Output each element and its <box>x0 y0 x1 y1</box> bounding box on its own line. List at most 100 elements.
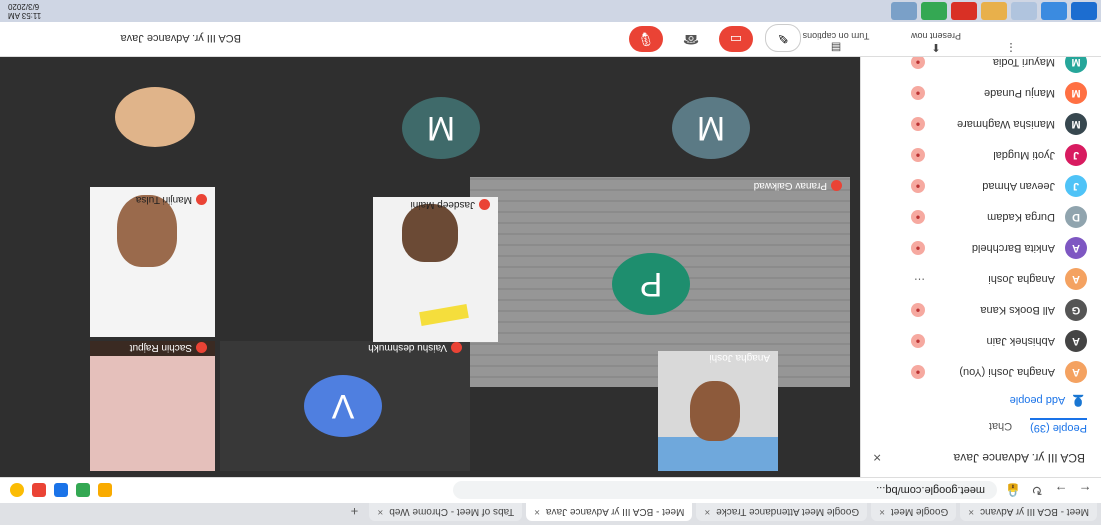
add-people-button[interactable]: 👤 Add people <box>877 394 1085 407</box>
avatar: D <box>1065 206 1087 229</box>
participant-list: A Anagha Joshi (You) ● A Abhishek Jain ● G Al… <box>861 47 1101 388</box>
video-grid: P Pranav Gaikwad Anagha Joshi V Vaishu d… <box>0 57 860 477</box>
tab-label: Google Meet <box>890 506 949 518</box>
tab-label: Tabs of Meet - Chrome Web <box>389 506 515 518</box>
extension-icon[interactable] <box>54 483 68 498</box>
clock-time: 11:53 AM <box>8 11 42 20</box>
profile-avatar[interactable] <box>10 483 24 498</box>
video-tile[interactable]: Sachin Rajput <box>90 341 215 471</box>
close-icon[interactable]: × <box>704 507 710 518</box>
mic-off-icon <box>196 194 207 205</box>
folder-icon[interactable] <box>981 2 1007 20</box>
browser-tab[interactable]: Google Meet × <box>871 503 957 521</box>
mic-off-icon: ● <box>911 117 925 132</box>
list-item[interactable]: M Manju Punade ● <box>861 78 1087 109</box>
camera-off-button[interactable]: ▭ <box>719 26 753 52</box>
avatar: G <box>1065 299 1087 322</box>
participant-name: Jeevan Ahmad <box>982 180 1055 193</box>
participant-name-tag: Pranav Gaikwad <box>754 180 842 191</box>
camera-off-icon: ▭ <box>729 32 743 47</box>
close-icon[interactable]: × <box>873 450 881 466</box>
browser-tab-bar: Meet - BCA III yr Advanc × Google Meet × G… <box>0 503 1101 525</box>
avatar[interactable]: M <box>672 97 750 159</box>
list-item[interactable]: D Durga Kadam ● <box>861 202 1087 233</box>
reload-icon[interactable]: ↻ <box>1029 483 1045 499</box>
extension-icon[interactable] <box>98 483 112 498</box>
browser-tab[interactable]: Tabs of Meet - Chrome Web × <box>369 503 523 521</box>
back-icon[interactable]: ← <box>1077 483 1093 498</box>
browser-tab[interactable]: Google Meet Attendance Tracke × <box>696 503 868 521</box>
avatar: A <box>1065 330 1087 353</box>
close-icon[interactable]: × <box>879 507 885 518</box>
taskbar-app-icon[interactable] <box>921 2 947 20</box>
avatar: J <box>1065 144 1087 167</box>
close-icon[interactable]: × <box>377 507 383 518</box>
avatar: A <box>1065 237 1087 260</box>
forward-icon[interactable]: → <box>1053 483 1069 498</box>
present-icon: ⬆ <box>931 41 941 53</box>
extension-icon[interactable] <box>32 483 46 498</box>
tab-people[interactable]: People (39) <box>1030 418 1087 434</box>
list-item[interactable]: J Jyoti Mugdal ● <box>861 140 1087 171</box>
participant-name: Durga Kadam <box>987 211 1055 224</box>
tile-name: Manjiri Tulsa <box>135 194 192 205</box>
participant-name: Mayuri Todia <box>992 56 1055 69</box>
participant-name: Manisha Waghmare <box>956 118 1055 131</box>
close-icon[interactable]: × <box>534 507 540 518</box>
meeting-title[interactable]: BCA III yr. Advance Java <box>121 33 241 45</box>
edit-button[interactable]: ✎ <box>765 24 801 52</box>
list-item[interactable]: A Abhishek Jain ● <box>861 326 1087 357</box>
taskbar-app-icon[interactable] <box>891 2 917 20</box>
list-item[interactable]: J Jeevan Ahmad ● <box>861 171 1087 202</box>
end-call-button[interactable]: ☎ <box>674 26 708 52</box>
participant-thumbnail[interactable] <box>115 87 195 147</box>
list-item[interactable]: M Manisha Waghmare ● <box>861 109 1087 140</box>
mic-off-icon <box>451 342 462 353</box>
tab-label: Google Meet Attendance Tracke <box>716 506 860 518</box>
list-item[interactable]: A Ankita Barchheld ● <box>861 233 1087 264</box>
participant-name: Manju Punade <box>984 87 1055 100</box>
mic-off-icon: ● <box>911 179 925 194</box>
video-tile[interactable]: Jasdeep Maini <box>373 197 498 342</box>
captions-button[interactable]: ▤ Turn on captions <box>791 31 881 54</box>
mic-off-button[interactable]: 🎙 <box>629 26 663 52</box>
avatar[interactable]: M <box>402 97 480 159</box>
system-clock[interactable]: 11:53 AM 6/3/2020 <box>8 2 41 20</box>
close-icon[interactable]: × <box>968 507 974 518</box>
taskbar-app-icon[interactable] <box>1011 2 1037 20</box>
screen: Meet - BCA III yr Advanc × Google Meet × G… <box>0 0 1101 525</box>
participant-face <box>402 204 458 262</box>
extension-icon[interactable] <box>76 483 90 498</box>
mic-off-icon: ● <box>911 241 925 256</box>
edge-icon[interactable] <box>1041 2 1067 20</box>
video-tile[interactable]: V Vaishu deshmukh <box>220 341 470 471</box>
extensions-area <box>0 483 112 498</box>
list-item[interactable]: A Anagha Joshi (You) ● <box>861 357 1087 388</box>
more-icon[interactable]: ⋯ <box>914 273 925 286</box>
address-bar-row: ← → ↻ 🔒 meet.google.com/bq... <box>0 477 1101 503</box>
list-item[interactable]: G All Books Kana ● <box>861 295 1087 326</box>
chrome-icon[interactable] <box>951 2 977 20</box>
browser-tab-active[interactable]: Meet - BCA III yr Advance Java × <box>526 503 693 521</box>
mic-off-icon: ● <box>911 334 925 349</box>
tile-name: Pranav Gaikwad <box>753 180 827 191</box>
participant-face <box>117 195 177 267</box>
new-tab-button[interactable]: + <box>345 503 363 521</box>
video-tile[interactable]: Anagha Joshi <box>658 351 778 471</box>
avatar: M <box>1065 113 1087 136</box>
avatar: P <box>612 253 690 315</box>
captions-icon: ▤ <box>830 41 842 53</box>
url-input[interactable]: meet.google.com/bq... <box>453 481 997 500</box>
start-icon[interactable] <box>1071 2 1097 20</box>
participant-name: Abhishek Jain <box>986 335 1056 348</box>
mic-off-icon <box>196 342 207 353</box>
tab-chat[interactable]: Chat <box>989 420 1012 432</box>
present-now-button[interactable]: ⬆ Present now <box>891 31 981 54</box>
participant-name-tag: Sachin Rajput <box>130 342 207 353</box>
list-item[interactable]: A Anagha Joshi ⋯ <box>861 264 1087 295</box>
browser-tab[interactable]: Meet - BCA III yr Advanc × <box>960 503 1097 521</box>
phone-icon: ☎ <box>682 32 700 47</box>
present-now-label: Present now <box>910 31 962 41</box>
tab-label: Meet - BCA III yr Advanc <box>980 506 1089 518</box>
video-tile[interactable]: Manjiri Tulsa <box>90 187 215 337</box>
